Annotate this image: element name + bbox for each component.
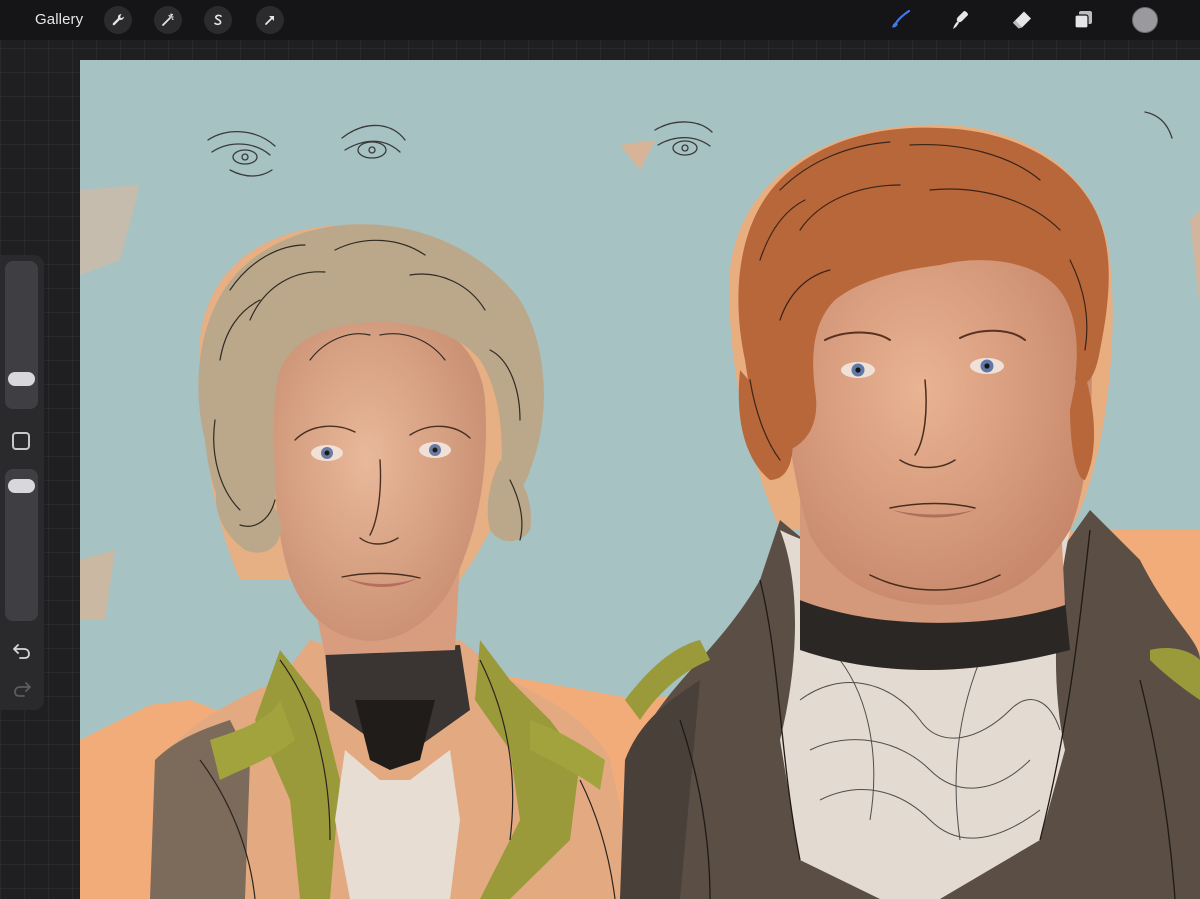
wrench-icon <box>112 14 124 26</box>
adjustments-button[interactable] <box>154 6 182 34</box>
square-icon[interactable] <box>12 432 30 450</box>
procreate-app: Gallery <box>0 0 1200 899</box>
redo-button[interactable] <box>11 679 33 699</box>
smudge-tool-button[interactable] <box>946 6 974 34</box>
artwork-illustration <box>80 60 1200 899</box>
eraser-tool-button[interactable] <box>1008 6 1036 34</box>
smudge-icon <box>953 11 968 29</box>
top-toolbar: Gallery <box>0 0 1200 40</box>
layers-icon <box>1074 11 1092 29</box>
brush-icon <box>892 9 911 28</box>
opacity-thumb[interactable] <box>8 478 35 493</box>
gallery-button[interactable]: Gallery <box>35 10 83 30</box>
selection-s-icon <box>214 14 222 26</box>
eraser-icon <box>1012 11 1031 29</box>
transform-button[interactable] <box>256 6 284 34</box>
selection-button[interactable] <box>204 6 232 34</box>
brush-tool-button[interactable] <box>886 6 914 34</box>
color-picker-button[interactable] <box>1132 7 1158 33</box>
arrow-cursor-icon <box>265 16 274 25</box>
actions-button[interactable] <box>104 6 132 34</box>
undo-arrow-icon <box>13 644 30 659</box>
redo-arrow-icon <box>14 682 31 697</box>
brush-size-slider[interactable] <box>5 261 38 409</box>
layers-tool-button[interactable] <box>1069 6 1097 34</box>
brush-size-thumb[interactable] <box>8 371 35 386</box>
left-sidebar <box>0 255 44 710</box>
magic-wand-icon <box>162 13 174 26</box>
undo-button[interactable] <box>11 641 33 661</box>
drawing-canvas[interactable] <box>80 60 1200 899</box>
opacity-slider[interactable] <box>5 469 38 621</box>
